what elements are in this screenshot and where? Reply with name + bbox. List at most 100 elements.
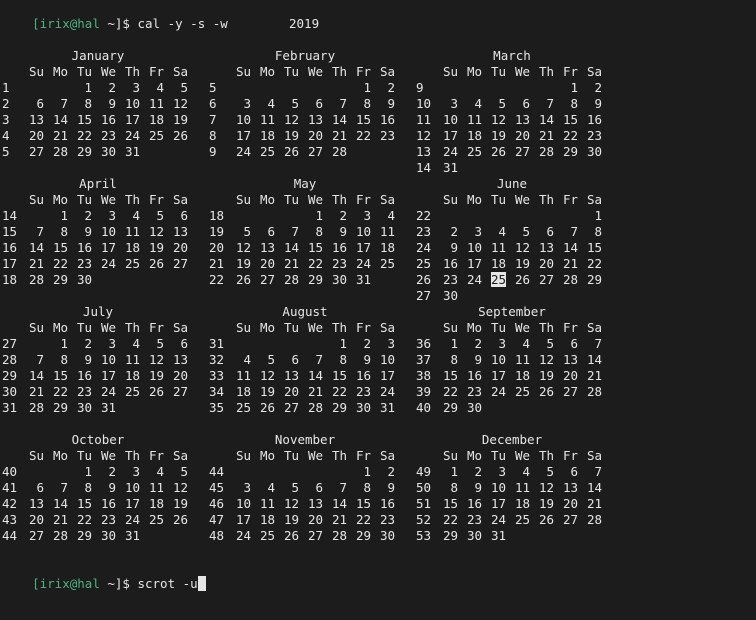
weekday-header: Tu (490, 192, 506, 207)
calendar-day: 30 (76, 400, 92, 415)
calendar-day: 14 (586, 352, 602, 367)
calendar-day: 22 (307, 256, 323, 271)
calendar-day: 26 (235, 272, 251, 287)
calendar-day: 26 (514, 272, 530, 287)
calendar-day: 17 (490, 368, 506, 383)
calendar-day: 26 (172, 512, 188, 527)
weekday-header: Tu (76, 448, 92, 463)
weekday-header: Th (331, 448, 347, 463)
calendar-day: 17 (100, 240, 116, 255)
calendar-day: 28 (586, 512, 602, 527)
calendar-day: 28 (307, 400, 323, 415)
calendar-day: 2 (594, 80, 602, 95)
weekday-header: Mo (52, 64, 68, 79)
weekday-header: Fr (562, 64, 578, 79)
weekday-header: Su (235, 192, 251, 207)
calendar-day: 14 (52, 112, 68, 127)
weekday-header: Fr (148, 192, 164, 207)
calendar-day: 24 (124, 512, 140, 527)
calendar-day: 16 (355, 368, 371, 383)
calendar-day: 23 (100, 128, 116, 143)
calendar-day: 4 (522, 336, 530, 351)
calendar-day: 9 (474, 480, 482, 495)
calendar-day: 6 (267, 224, 275, 239)
weekday-header: Fr (355, 448, 371, 463)
calendar-day: 2 (339, 208, 347, 223)
calendar-day: 9 (108, 480, 116, 495)
weekday-header: Su (442, 192, 458, 207)
calendar-day: 28 (52, 528, 68, 543)
weekday-header: Su (235, 320, 251, 335)
calendar-day: 8 (339, 352, 347, 367)
calendar-day: 4 (387, 208, 395, 223)
calendar-day: 19 (172, 496, 188, 511)
week-number: 14 (2, 208, 18, 223)
calendar-day: 7 (291, 224, 299, 239)
calendar-day: 28 (331, 144, 347, 159)
calendar-day: 9 (84, 224, 92, 239)
calendar-day: 5 (522, 224, 530, 239)
week-number: 31 (209, 336, 225, 351)
calendar-day: 17 (124, 496, 140, 511)
calendar-day: 2 (84, 336, 92, 351)
prompt-dir: ~]$ (99, 576, 138, 591)
calendar-day: 25 (259, 144, 275, 159)
calendar-day: 3 (243, 96, 251, 111)
month-title: May (293, 176, 317, 191)
calendar-day: 6 (522, 96, 530, 111)
calendar-day: 25 (235, 400, 251, 415)
calendar-day: 31 (124, 528, 140, 543)
weekday-header: Mo (259, 448, 275, 463)
calendar-day: 14 (28, 368, 44, 383)
calendar-day: 7 (594, 336, 602, 351)
weekday-header: We (100, 192, 116, 207)
weekday-header: We (307, 448, 323, 463)
calendar-day: 19 (514, 256, 530, 271)
calendar-day: 25 (124, 256, 140, 271)
weekday-header: Sa (586, 320, 602, 335)
calendar-day: 2 (108, 464, 116, 479)
calendar-day: 4 (474, 96, 482, 111)
calendar-day: 29 (442, 528, 458, 543)
calendar-day: 3 (243, 480, 251, 495)
calendar-day: 17 (379, 368, 395, 383)
calendar-day: 11 (466, 112, 482, 127)
weekday-header: Tu (76, 192, 92, 207)
week-number: 5 (209, 80, 217, 95)
calendar-day: 22 (562, 128, 578, 143)
calendar-day: 9 (474, 352, 482, 367)
weekday-header: Th (538, 64, 554, 79)
calendar-day: 14 (331, 112, 347, 127)
weekday-header: Sa (172, 192, 188, 207)
calendar-day: 30 (379, 528, 395, 543)
calendar-day: 21 (307, 384, 323, 399)
terminal-window[interactable]: [irix@hal ~]$ cal -y -s -w 2019 [irix@ha… (0, 0, 756, 620)
calendar-day: 7 (36, 352, 44, 367)
calendar-day: 29 (355, 528, 371, 543)
calendar-day: 4 (267, 480, 275, 495)
calendar-day: 10 (235, 496, 251, 511)
calendar-day: 10 (355, 224, 371, 239)
calendar-day: 12 (283, 112, 299, 127)
weekday-header: Sa (379, 192, 395, 207)
calendar-day: 20 (259, 256, 275, 271)
calendar-day: 4 (498, 224, 506, 239)
calendar-day: 6 (570, 336, 578, 351)
calendar-day: 1 (60, 208, 68, 223)
command-line-2[interactable]: [irix@hal ~]$ scrot -u (2, 560, 206, 591)
calendar-day: 4 (267, 96, 275, 111)
weekday-header: Th (538, 192, 554, 207)
calendar-day: 1 (450, 464, 458, 479)
calendar-day: 27 (28, 528, 44, 543)
command-input[interactable]: scrot -u (137, 576, 197, 591)
calendar-day: 2 (474, 336, 482, 351)
calendar-day: 27 (283, 400, 299, 415)
calendar-day: 30 (442, 288, 458, 303)
calendar-day: 28 (52, 144, 68, 159)
calendar-day: 23 (331, 256, 347, 271)
calendar-day: 12 (514, 240, 530, 255)
calendar-day: 19 (259, 384, 275, 399)
calendar-day: 15 (355, 112, 371, 127)
calendar-day: 20 (307, 512, 323, 527)
calendar-day: 6 (36, 96, 44, 111)
